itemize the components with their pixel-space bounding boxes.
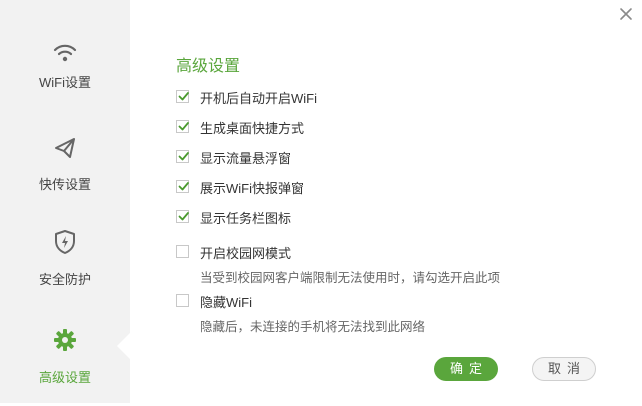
ok-button[interactable]: 确定 <box>434 357 498 381</box>
option-label: 显示任务栏图标 <box>200 211 292 226</box>
sidebar-item-wifi-settings[interactable]: WiFi设置 <box>0 38 130 118</box>
checkmark-icon <box>178 182 189 191</box>
shield-bolt-icon <box>55 230 75 254</box>
sidebar-item-label: 快传设置 <box>38 177 91 192</box>
option-label: 生成桌面快捷方式 <box>200 121 305 136</box>
paper-plane-icon <box>55 138 75 158</box>
checkmark-icon <box>178 92 189 101</box>
sidebar: WiFi设置 快传设置 安全防护 高级设置 <box>0 0 130 403</box>
checkmark-icon <box>178 212 189 221</box>
option-description: 当受到校园网客户端限制无法使用时，请勾选开启此项 <box>200 271 501 285</box>
gear-icon <box>54 329 76 351</box>
sidebar-item-label: WiFi设置 <box>39 75 91 90</box>
close-icon[interactable] <box>617 5 635 23</box>
active-indicator <box>117 333 130 359</box>
sidebar-item-label: 高级设置 <box>38 370 91 385</box>
option-label: 开机后自动开启WiFi <box>200 91 317 106</box>
sidebar-item-advanced-settings[interactable]: 高级设置 <box>0 326 130 406</box>
option-label: 隐藏WiFi <box>200 295 252 310</box>
option-label: 展示WiFi快报弹窗 <box>200 181 304 196</box>
cancel-button[interactable]: 取消 <box>532 357 596 381</box>
sidebar-item-label: 安全防护 <box>38 272 91 287</box>
checkbox[interactable] <box>176 210 189 223</box>
wifi-icon <box>53 44 77 62</box>
checkmark-icon <box>178 152 189 161</box>
checkbox[interactable] <box>176 120 189 133</box>
page-title: 高级设置 <box>176 58 241 75</box>
option-label: 开启校园网模式 <box>200 246 292 261</box>
checkbox[interactable] <box>176 150 189 163</box>
option-label: 显示流量悬浮窗 <box>200 151 292 166</box>
checkmark-icon <box>178 122 189 131</box>
checkbox[interactable] <box>176 180 189 193</box>
sidebar-item-security[interactable]: 安全防护 <box>0 228 130 308</box>
checkbox[interactable] <box>176 90 189 103</box>
sidebar-item-fast-transfer[interactable]: 快传设置 <box>0 134 130 214</box>
option-description: 隐藏后，未连接的手机将无法找到此网络 <box>200 320 426 334</box>
checkbox[interactable] <box>176 294 189 307</box>
checkbox[interactable] <box>176 245 189 258</box>
